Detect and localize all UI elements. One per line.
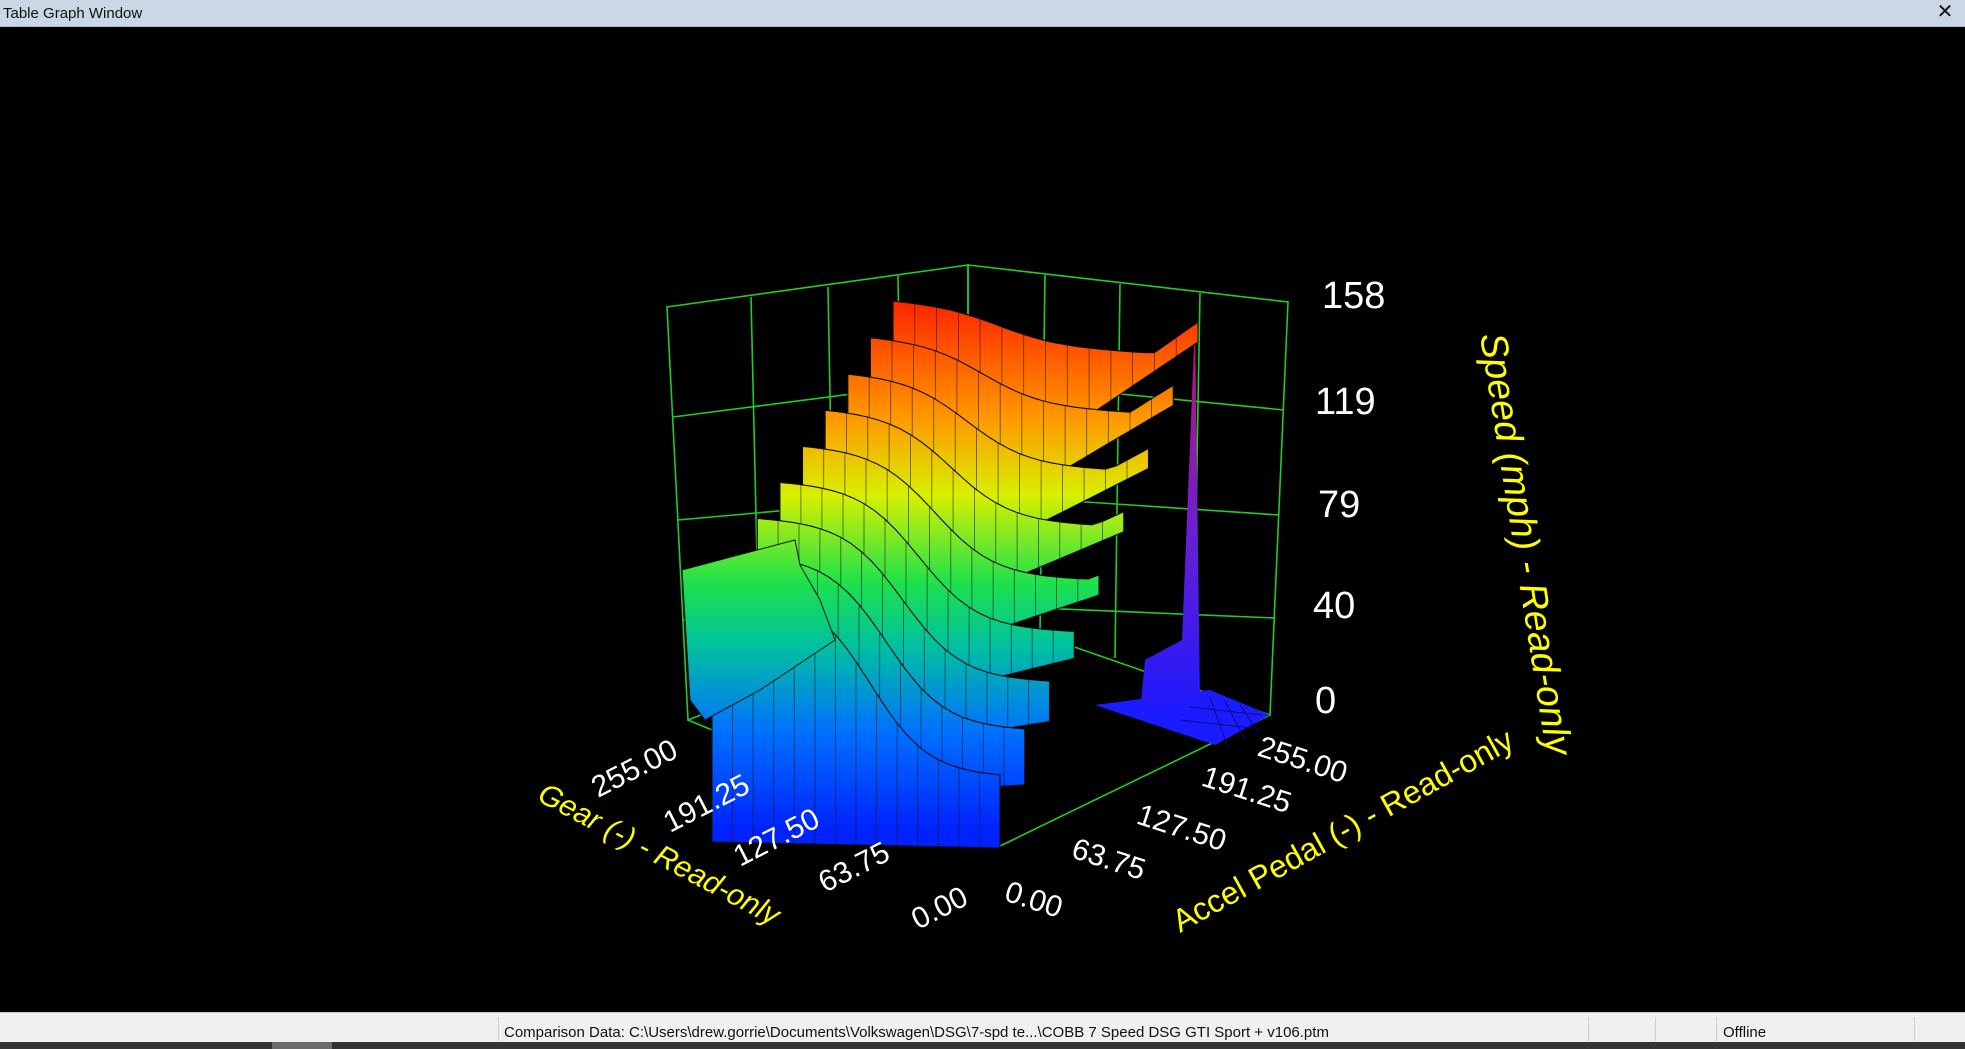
gear-tick: 255.00 <box>586 733 683 804</box>
speed-surface <box>681 300 1199 849</box>
graph-area[interactable]: 158 119 79 40 0 Speed (mph) - Read-only … <box>0 27 1965 1012</box>
status-separator <box>498 1017 499 1041</box>
surface-graph[interactable]: 158 119 79 40 0 Speed (mph) - Read-only … <box>0 27 1965 1012</box>
title-bar: Table Graph Window ✕ <box>0 0 1965 27</box>
pedal-axis-ticks: 0.00 63.75 127.50 191.25 255.00 <box>1001 730 1351 924</box>
z-axis-title: Speed (mph) - Read-only <box>1471 330 1580 760</box>
z-axis-ticks: 158 119 79 40 0 <box>1313 275 1385 722</box>
pedal-tick: 63.75 <box>1068 832 1150 887</box>
status-separator <box>1655 1017 1656 1041</box>
pedal-tick: 0.00 <box>1001 875 1067 924</box>
z-tick: 158 <box>1322 275 1385 317</box>
z-tick: 0 <box>1315 680 1336 722</box>
window-title: Table Graph Window <box>3 5 143 22</box>
gear-tick: 0.00 <box>906 880 973 936</box>
connection-status: Offline <box>1723 1024 1767 1041</box>
surface-side-face <box>1140 322 1200 712</box>
status-separator <box>1716 1017 1717 1041</box>
z-tick: 119 <box>1315 381 1376 423</box>
pedal-tick: 127.50 <box>1133 798 1230 858</box>
status-separator <box>1914 1017 1915 1041</box>
comparison-data-status: Comparison Data: C:\Users\drew.gorrie\Do… <box>504 1024 1329 1041</box>
close-icon[interactable]: ✕ <box>1931 0 1959 26</box>
taskbar-tab <box>272 1042 332 1049</box>
z-tick: 79 <box>1318 484 1360 526</box>
status-separator <box>1588 1017 1589 1041</box>
z-tick: 40 <box>1313 585 1355 627</box>
